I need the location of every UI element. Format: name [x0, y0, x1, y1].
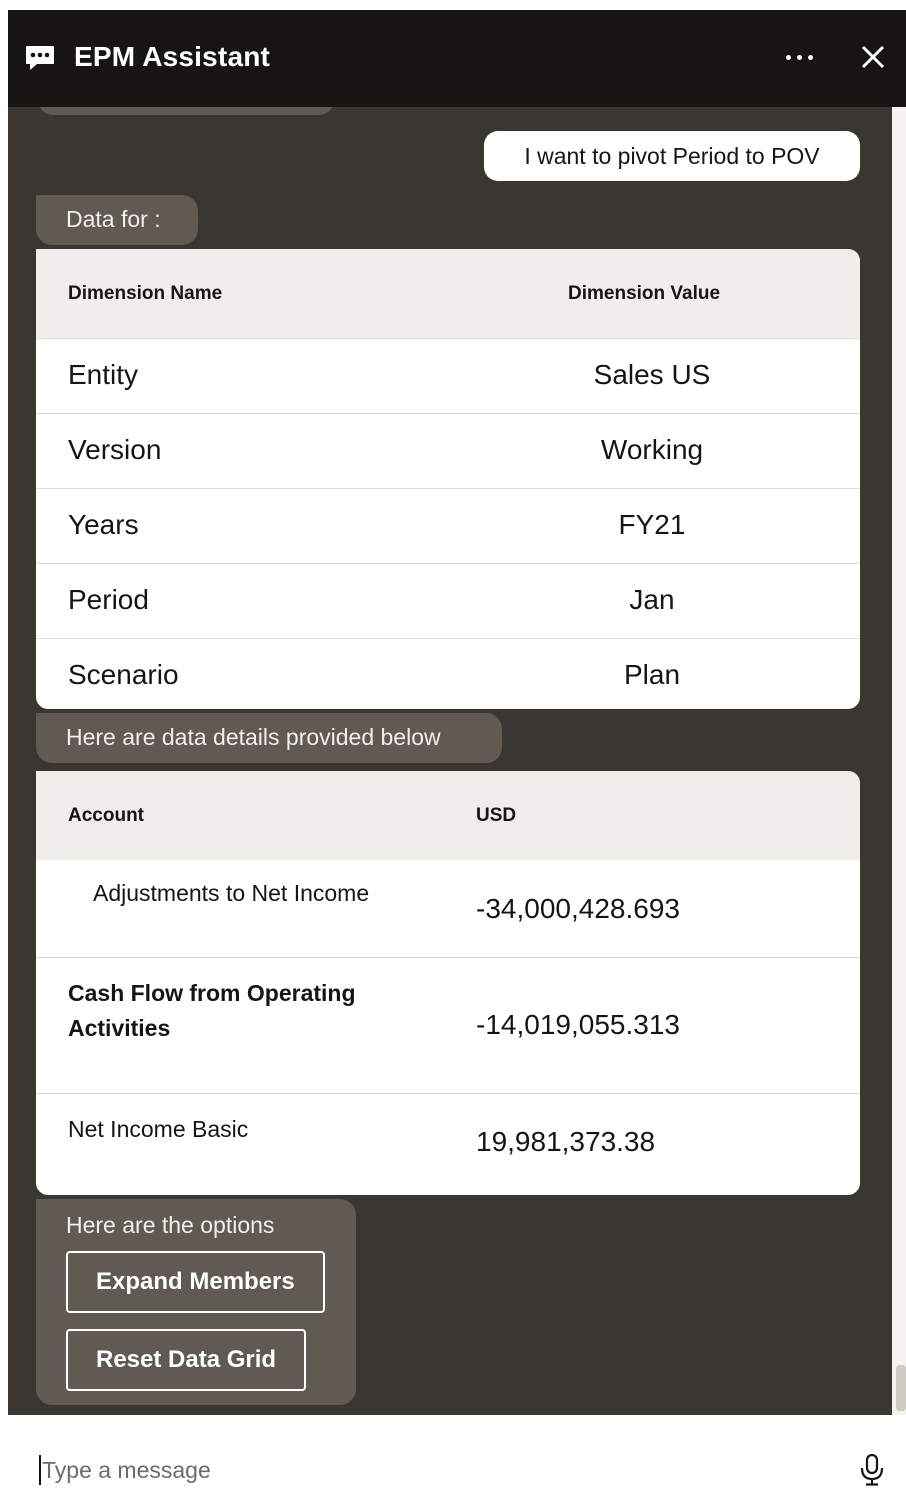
text-cursor — [39, 1455, 41, 1485]
close-icon[interactable] — [856, 40, 890, 74]
table-row: Version Working — [36, 413, 860, 488]
dimension-value: Plan — [623, 659, 681, 690]
user-message: I want to pivot Period to POV — [484, 131, 860, 181]
column-header-account: Account — [68, 805, 144, 826]
table-row: Net Income Basic 19,981,373.38 — [36, 1093, 860, 1194]
message-input[interactable] — [42, 1447, 802, 1493]
dimension-value: Working — [600, 434, 704, 465]
previous-message-bubble — [38, 107, 334, 115]
options-intro: Here are the options — [66, 1212, 275, 1238]
microphone-icon[interactable] — [858, 1453, 886, 1487]
table-row: Entity Sales US — [36, 338, 860, 413]
reset-data-grid-button[interactable]: Reset Data Grid — [66, 1329, 307, 1391]
assistant-header: EPM Assistant — [8, 10, 906, 107]
table-row: Period Jan — [36, 563, 860, 638]
account-value: -34,000,428.693 — [476, 893, 680, 924]
options-message: Here are the options Expand Members Rese… — [36, 1199, 356, 1405]
more-horizontal-icon — [785, 54, 791, 60]
column-header-usd: USD — [476, 805, 517, 826]
dimension-value: Jan — [629, 584, 675, 615]
account-name: Cash Flow from Operating Activities — [68, 980, 356, 1041]
chat-icon — [26, 46, 54, 70]
column-header-dimension-value: Dimension Value — [568, 283, 721, 304]
account-name: Net Income Basic — [68, 1116, 249, 1142]
expand-members-button[interactable]: Expand Members — [66, 1251, 325, 1313]
more-dot — [807, 54, 813, 60]
conversation-pane[interactable]: I want to pivot Period to POV Data for :… — [8, 107, 892, 1415]
more-options-button[interactable] — [778, 40, 820, 74]
dimension-value: Sales US — [593, 359, 711, 390]
account-value: -14,019,055.313 — [476, 1009, 680, 1040]
data-table: Account USD Adjustments to Net Income -3… — [36, 771, 860, 1195]
table-row: Adjustments to Net Income -34,000,428.69… — [36, 860, 860, 957]
pov-table-header: Dimension Name Dimension Value — [36, 249, 860, 338]
conversation-scrollbar[interactable] — [892, 107, 906, 1415]
pov-intro-message: Data for : — [36, 195, 198, 245]
data-table-header: Account USD — [36, 771, 860, 860]
more-dot — [796, 54, 802, 60]
account-name: Adjustments to Net Income — [93, 880, 370, 906]
scrollbar-thumb[interactable] — [896, 1365, 906, 1411]
pov-table: Dimension Name Dimension Value Entity Sa… — [36, 249, 860, 709]
table-row: Cash Flow from Operating Activities -14,… — [36, 957, 860, 1093]
data-intro-message: Here are data details provided below — [36, 713, 502, 763]
table-row: Scenario Plan — [36, 638, 860, 709]
column-header-dimension-name: Dimension Name — [68, 283, 223, 304]
dimension-value: FY21 — [618, 509, 686, 540]
message-composer — [8, 1415, 906, 1512]
account-value: 19,981,373.38 — [476, 1126, 656, 1157]
assistant-title: EPM Assistant — [74, 41, 271, 72]
table-row: Years FY21 — [36, 488, 860, 563]
window-top-edge — [0, 0, 906, 10]
